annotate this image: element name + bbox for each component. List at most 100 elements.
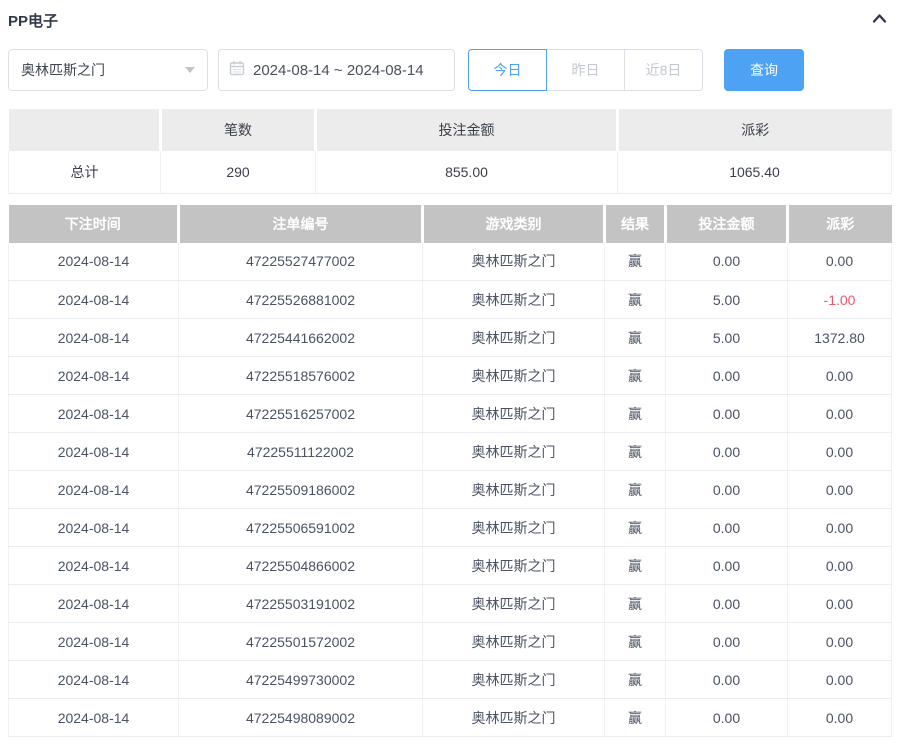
cell-amount: 0.00	[666, 585, 788, 623]
cell-bet-time: 2024-08-14	[9, 585, 179, 623]
cell-game: 奥林匹斯之门	[423, 661, 605, 699]
summary-total-bet-amount: 855.00	[316, 151, 618, 193]
cell-bet-id: 47225527477002	[179, 243, 423, 281]
bets-header-bet-id: 注单编号	[179, 205, 423, 243]
cell-bet-id: 47225504866002	[179, 547, 423, 585]
cell-bet-time: 2024-08-14	[9, 699, 179, 737]
cell-amount: 5.00	[666, 281, 788, 319]
cell-game: 奥林匹斯之门	[423, 281, 605, 319]
cell-payout: 0.00	[788, 509, 892, 547]
cell-game: 奥林匹斯之门	[423, 433, 605, 471]
cell-payout: 0.00	[788, 357, 892, 395]
cell-bet-id: 47225498089002	[179, 699, 423, 737]
cell-bet-id: 47225526881002	[179, 281, 423, 319]
cell-amount: 0.00	[666, 471, 788, 509]
summary-table: 笔数 投注金额 派彩 总计 290 855.00 1065.40	[8, 109, 892, 194]
cell-bet-time: 2024-08-14	[9, 319, 179, 357]
cell-game: 奥林匹斯之门	[423, 585, 605, 623]
cell-amount: 0.00	[666, 357, 788, 395]
collapse-button[interactable]	[869, 10, 889, 30]
table-row: 2024-08-14 47225504866002 奥林匹斯之门 赢 0.00 …	[9, 547, 892, 585]
cell-result: 赢	[605, 243, 666, 281]
cell-bet-id: 47225511122002	[179, 433, 423, 471]
summary-total-count: 290	[161, 151, 316, 193]
pp-electronic-panel: PP电子 奥林匹斯之门	[0, 0, 899, 745]
bets-header-payout: 派彩	[788, 205, 892, 243]
game-select[interactable]: 奥林匹斯之门	[8, 49, 208, 91]
cell-game: 奥林匹斯之门	[423, 699, 605, 737]
page-title: PP电子	[8, 10, 58, 31]
cell-result: 赢	[605, 623, 666, 661]
table-row: 2024-08-14 47225499730002 奥林匹斯之门 赢 0.00 …	[9, 661, 892, 699]
bets-table-body: 2024-08-14 47225527477002 奥林匹斯之门 赢 0.00 …	[9, 243, 892, 737]
today-button[interactable]: 今日	[468, 49, 547, 91]
summary-header-bet-amount: 投注金额	[316, 109, 618, 151]
cell-bet-time: 2024-08-14	[9, 243, 179, 281]
cell-payout: -1.00	[788, 281, 892, 319]
cell-amount: 0.00	[666, 661, 788, 699]
cell-game: 奥林匹斯之门	[423, 243, 605, 281]
cell-bet-id: 47225516257002	[179, 395, 423, 433]
cell-game: 奥林匹斯之门	[423, 623, 605, 661]
summary-header-payout: 派彩	[618, 109, 892, 151]
table-row: 2024-08-14 47225518576002 奥林匹斯之门 赢 0.00 …	[9, 357, 892, 395]
cell-bet-time: 2024-08-14	[9, 623, 179, 661]
query-button[interactable]: 查询	[724, 49, 804, 91]
summary-total-payout: 1065.40	[618, 151, 892, 193]
cell-payout: 0.00	[788, 661, 892, 699]
summary-total-row: 总计 290 855.00 1065.40	[9, 151, 892, 193]
cell-amount: 5.00	[666, 319, 788, 357]
last-8-days-button[interactable]: 近8日	[624, 49, 703, 91]
table-row: 2024-08-14 47225501572002 奥林匹斯之门 赢 0.00 …	[9, 623, 892, 661]
cell-result: 赢	[605, 509, 666, 547]
table-row: 2024-08-14 47225498089002 奥林匹斯之门 赢 0.00 …	[9, 699, 892, 737]
cell-amount: 0.00	[666, 699, 788, 737]
table-row: 2024-08-14 47225503191002 奥林匹斯之门 赢 0.00 …	[9, 585, 892, 623]
cell-bet-id: 47225501572002	[179, 623, 423, 661]
summary-total-label: 总计	[9, 151, 161, 193]
cell-result: 赢	[605, 433, 666, 471]
table-row: 2024-08-14 47225516257002 奥林匹斯之门 赢 0.00 …	[9, 395, 892, 433]
cell-payout: 0.00	[788, 547, 892, 585]
table-row: 2024-08-14 47225441662002 奥林匹斯之门 赢 5.00 …	[9, 319, 892, 357]
game-select-value: 奥林匹斯之门	[21, 60, 105, 80]
yesterday-button[interactable]: 昨日	[546, 49, 625, 91]
cell-game: 奥林匹斯之门	[423, 509, 605, 547]
cell-result: 赢	[605, 699, 666, 737]
bets-header-result: 结果	[605, 205, 666, 243]
cell-result: 赢	[605, 357, 666, 395]
cell-bet-id: 47225503191002	[179, 585, 423, 623]
cell-bet-time: 2024-08-14	[9, 357, 179, 395]
cell-amount: 0.00	[666, 547, 788, 585]
cell-game: 奥林匹斯之门	[423, 319, 605, 357]
cell-amount: 0.00	[666, 433, 788, 471]
cell-result: 赢	[605, 547, 666, 585]
cell-result: 赢	[605, 471, 666, 509]
calendar-icon	[229, 60, 245, 81]
cell-bet-id: 47225499730002	[179, 661, 423, 699]
cell-amount: 0.00	[666, 509, 788, 547]
cell-payout: 0.00	[788, 623, 892, 661]
cell-payout: 0.00	[788, 243, 892, 281]
bets-header-game: 游戏类别	[423, 205, 605, 243]
table-row: 2024-08-14 47225509186002 奥林匹斯之门 赢 0.00 …	[9, 471, 892, 509]
cell-bet-time: 2024-08-14	[9, 433, 179, 471]
cell-result: 赢	[605, 319, 666, 357]
date-range-value: 2024-08-14 ~ 2024-08-14	[253, 62, 424, 79]
bets-header-time: 下注时间	[9, 205, 179, 243]
cell-bet-time: 2024-08-14	[9, 471, 179, 509]
cell-result: 赢	[605, 281, 666, 319]
bets-table: 下注时间 注单编号 游戏类别 结果 投注金额 派彩 2024-08-14 472…	[8, 205, 892, 738]
cell-bet-id: 47225509186002	[179, 471, 423, 509]
quick-date-button-group: 今日 昨日 近8日	[468, 49, 703, 91]
cell-payout: 0.00	[788, 699, 892, 737]
table-row: 2024-08-14 47225511122002 奥林匹斯之门 赢 0.00 …	[9, 433, 892, 471]
cell-game: 奥林匹斯之门	[423, 395, 605, 433]
cell-game: 奥林匹斯之门	[423, 357, 605, 395]
cell-amount: 0.00	[666, 395, 788, 433]
cell-result: 赢	[605, 395, 666, 433]
date-range-picker[interactable]: 2024-08-14 ~ 2024-08-14	[218, 49, 455, 91]
bets-header-row: 下注时间 注单编号 游戏类别 结果 投注金额 派彩	[9, 205, 892, 243]
chevron-up-icon	[871, 11, 888, 30]
cell-bet-time: 2024-08-14	[9, 661, 179, 699]
